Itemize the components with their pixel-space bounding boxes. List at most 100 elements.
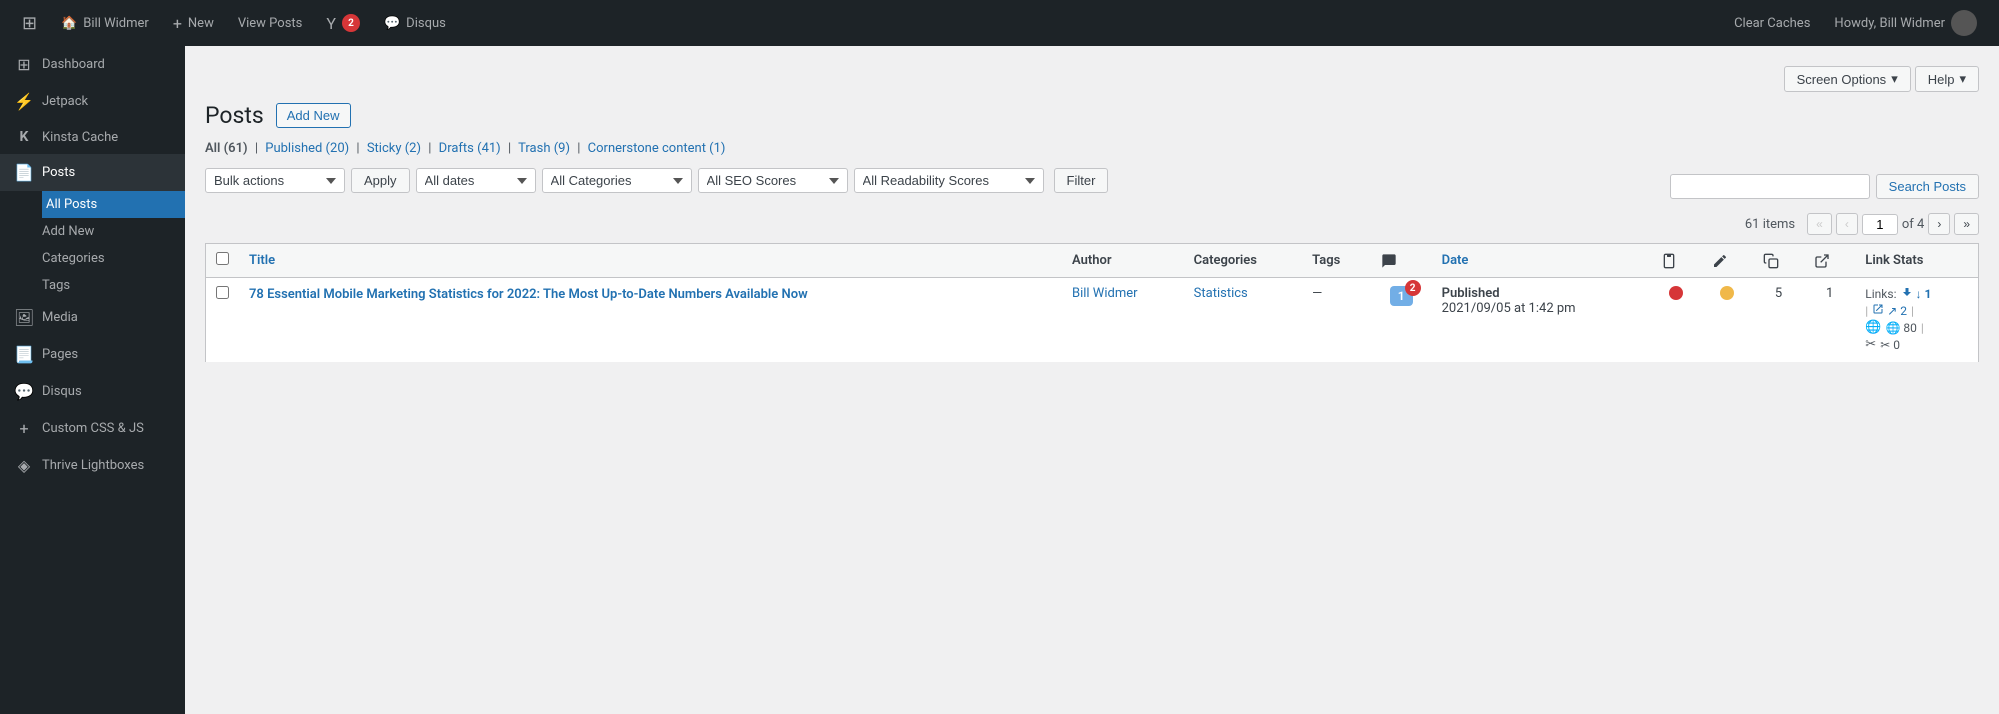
adminbar-view-posts[interactable]: View Posts: [226, 0, 315, 46]
toolbar-right: Search Posts: [1670, 174, 1979, 199]
comments-column-header: [1371, 244, 1432, 278]
sidebar-item-pages[interactable]: 📃 Pages: [0, 336, 185, 373]
sidebar-item-add-new[interactable]: Add New: [42, 218, 185, 245]
sidebar-item-media[interactable]: 🖼 Media: [0, 299, 185, 336]
author-column-header: Author: [1062, 244, 1184, 278]
sidebar-item-tags[interactable]: Tags: [42, 272, 185, 299]
filter-link-all[interactable]: All (61): [205, 141, 248, 156]
sidebar-item-kinsta-cache[interactable]: K Kinsta Cache: [0, 120, 185, 154]
comment-icon: [1381, 253, 1397, 269]
disqus-icon: 💬: [384, 16, 400, 31]
adminbar-site-name[interactable]: 🏠 Bill Widmer: [49, 0, 161, 46]
sidebar-item-jetpack[interactable]: ⚡ Jetpack: [0, 83, 185, 120]
filter-links: All (61) | Published (20) | Sticky (2) |…: [205, 141, 1979, 156]
total-pages: of 4: [1902, 217, 1924, 232]
score1-cell: 5: [1753, 278, 1804, 363]
categories-cell: Statistics: [1184, 278, 1303, 363]
adminbar-howdy[interactable]: Howdy, Bill Widmer: [1822, 0, 1989, 46]
links-external-row: | ↗ 2 |: [1865, 303, 1968, 318]
table-row: 78 Essential Mobile Marketing Statistics…: [206, 278, 1979, 363]
author-cell: Bill Widmer: [1062, 278, 1184, 363]
all-seo-scores-select[interactable]: All SEO Scores: [698, 168, 848, 193]
sidebar-item-posts[interactable]: 📄 Posts: [0, 154, 185, 191]
all-readability-select[interactable]: All Readability Scores: [854, 168, 1044, 193]
add-new-button[interactable]: Add New: [276, 103, 351, 128]
all-categories-select[interactable]: All Categories: [542, 168, 692, 193]
col8-column-header: [1702, 244, 1753, 278]
sidebar-item-disqus[interactable]: 💬 Disqus: [0, 373, 185, 410]
prev-page-button[interactable]: ‹: [1836, 213, 1858, 235]
last-page-button[interactable]: »: [1954, 213, 1979, 235]
filter-link-published[interactable]: Published (20): [265, 141, 349, 156]
title-column-header[interactable]: Title: [239, 244, 1062, 278]
bulk-actions-select[interactable]: Bulk actions Edit Move to Trash: [205, 168, 345, 193]
custom-css-icon: +: [14, 419, 34, 438]
adminbar-yoast[interactable]: Y 2: [314, 0, 372, 46]
admin-bar: ⊞ 🏠 Bill Widmer + New View Posts Y 2 💬 D…: [0, 0, 1999, 46]
main-content: Screen Options ▾ Help ▾ Posts Add New Al…: [185, 46, 1999, 714]
current-page-input[interactable]: [1862, 214, 1898, 235]
comment-bubble-wrap: 1 2: [1390, 286, 1413, 306]
tags-column-header: Tags: [1302, 244, 1370, 278]
help-button[interactable]: Help ▾: [1915, 66, 1979, 92]
links-globe-row: 🌐 🌐 80 |: [1865, 320, 1968, 335]
search-input[interactable]: [1670, 174, 1870, 199]
filter-link-trash[interactable]: Trash (9): [518, 141, 570, 156]
filter-button[interactable]: Filter: [1054, 168, 1109, 193]
all-dates-select[interactable]: All dates: [416, 168, 536, 193]
seo-dot-orange: [1720, 286, 1734, 300]
external-link-icon: [1814, 253, 1830, 269]
sidebar-posts-submenu: All Posts Add New Categories Tags: [0, 191, 185, 299]
sidebar: ⊞ Dashboard ⚡ Jetpack K Kinsta Cache 📄 P…: [0, 46, 185, 714]
link-stats: Links: ↓ 1 | ↗ 2 |: [1865, 286, 1968, 352]
adminbar-disqus[interactable]: 💬 Disqus: [372, 0, 458, 46]
posts-table: Title Author Categories Tags Date: [205, 243, 1979, 363]
links-label-row: Links: ↓ 1: [1865, 286, 1968, 301]
search-posts-button[interactable]: Search Posts: [1876, 174, 1979, 199]
disqus-sidebar-icon: 💬: [14, 382, 34, 401]
adminbar-clear-caches[interactable]: Clear Caches: [1722, 0, 1822, 46]
date-column-header[interactable]: Date: [1432, 244, 1651, 278]
apply-button[interactable]: Apply: [351, 168, 410, 193]
filter-link-cornerstone[interactable]: Cornerstone content (1): [588, 141, 726, 156]
sidebar-item-thrive-lightboxes[interactable]: ◈ Thrive Lightboxes: [0, 447, 185, 484]
filter-link-drafts[interactable]: Drafts (41): [439, 141, 501, 156]
col7-column-header: [1651, 244, 1702, 278]
posts-icon: 📄: [14, 163, 34, 182]
pagination-row: 61 items « ‹ of 4 › »: [205, 213, 1979, 235]
sidebar-item-categories[interactable]: Categories: [42, 245, 185, 272]
link-stats-cell: Links: ↓ 1 | ↗ 2 |: [1855, 278, 1978, 363]
links-broken-row: ✂ ✂ 0: [1865, 337, 1968, 352]
yoast-icon: Y: [326, 14, 336, 33]
row-checkbox-cell: [206, 278, 240, 363]
col10-column-header: [1804, 244, 1855, 278]
avatar: [1951, 10, 1977, 36]
next-page-button[interactable]: ›: [1928, 213, 1950, 235]
score2-cell: 1: [1804, 278, 1855, 363]
category-link[interactable]: Statistics: [1194, 286, 1248, 301]
screen-options-button[interactable]: Screen Options ▾: [1784, 66, 1911, 92]
filter-link-sticky[interactable]: Sticky (2): [367, 141, 421, 156]
toolbar-left: Bulk actions Edit Move to Trash Apply Al…: [205, 168, 1108, 193]
sidebar-item-dashboard[interactable]: ⊞ Dashboard: [0, 46, 185, 83]
post-title-link[interactable]: 78 Essential Mobile Marketing Statistics…: [249, 287, 808, 302]
jetpack-icon: ⚡: [14, 92, 34, 111]
first-page-button[interactable]: «: [1807, 213, 1832, 235]
author-link[interactable]: Bill Widmer: [1072, 286, 1138, 301]
external-link-small-icon: [1872, 303, 1884, 315]
adminbar-new[interactable]: + New: [161, 0, 226, 46]
edit-icon: [1712, 253, 1728, 269]
chevron-down-icon: ▾: [1891, 71, 1898, 87]
row-checkbox[interactable]: [216, 286, 229, 299]
comment-notification-badge: 2: [1405, 280, 1421, 296]
select-all-checkbox[interactable]: [216, 252, 229, 265]
wp-logo-icon: ⊞: [22, 13, 37, 34]
adminbar-logo[interactable]: ⊞: [10, 0, 49, 46]
sidebar-item-all-posts[interactable]: All Posts: [42, 191, 185, 218]
sidebar-item-custom-css-js[interactable]: + Custom CSS & JS: [0, 410, 185, 447]
arrow-down-icon: [1901, 286, 1913, 298]
select-all-column: [206, 244, 240, 278]
comments-cell: 1 2: [1371, 278, 1432, 363]
kinsta-icon: K: [14, 129, 34, 145]
pages-icon: 📃: [14, 345, 34, 364]
